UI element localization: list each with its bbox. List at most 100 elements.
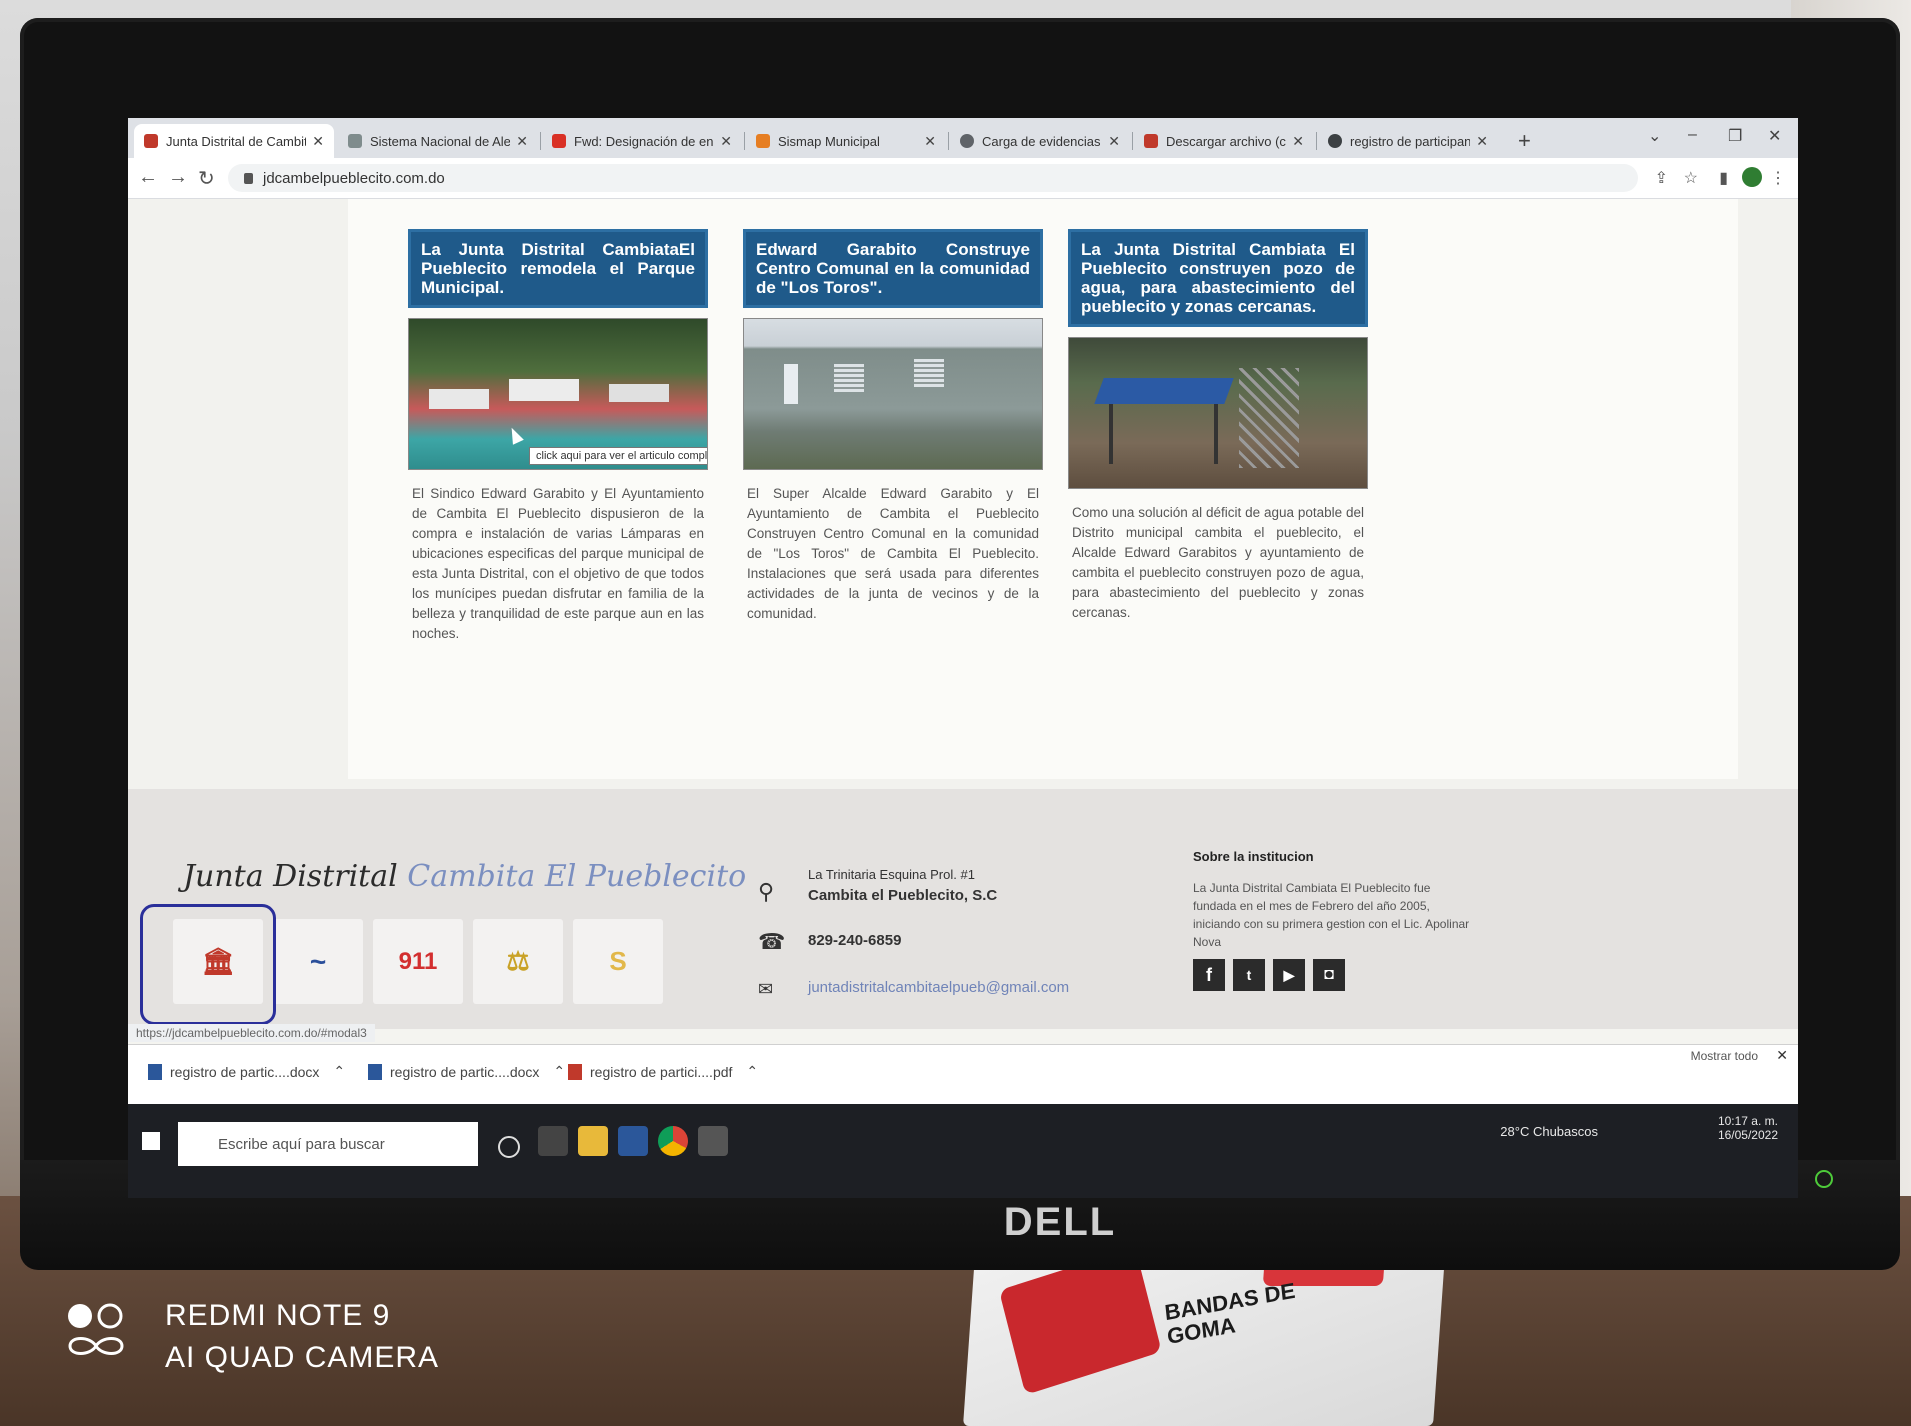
status-bar-url: https://jdcambelpueblecito.com.do/#modal… — [128, 1024, 375, 1042]
tab-junta-distrital[interactable]: Junta Distrital de Cambita ✕ — [134, 124, 334, 158]
word-icon[interactable] — [618, 1126, 648, 1156]
close-icon[interactable]: ✕ — [1776, 1047, 1788, 1064]
article-title[interactable]: La Junta Distrital CambiataEl Pueblecito… — [408, 229, 708, 308]
chevron-up-icon[interactable]: ⌃ — [746, 1063, 758, 1080]
url-text: jdcambelpueblecito.com.do — [263, 169, 445, 187]
close-icon[interactable]: ✕ — [1292, 133, 1304, 150]
taskbar-search[interactable]: Escribe aquí para buscar — [178, 1122, 478, 1166]
gmail-icon — [552, 134, 566, 148]
article-text: El Sindico Edward Garabito y El Ayuntami… — [412, 486, 704, 641]
partner-logo-sismap[interactable]: S — [573, 919, 663, 1004]
address-line-2: Cambita el Pueblecito, S.C — [808, 887, 998, 904]
tab-sistema-nacional[interactable]: Sistema Nacional de Alert ✕ — [338, 124, 538, 158]
tooltip: click aqui para ver el articulo completo — [529, 447, 707, 465]
forward-icon[interactable]: → — [168, 166, 188, 189]
clock[interactable]: 10:17 a. m. 16/05/2022 — [1718, 1114, 1778, 1142]
tab-registro-participantes[interactable]: registro de participantes ✕ — [1318, 124, 1498, 158]
lock-icon — [244, 172, 253, 184]
tab-fwd-designacion[interactable]: Fwd: Designación de enla ✕ — [542, 124, 742, 158]
downloads-bar: registro de partic....docx ⌃ registro de… — [128, 1044, 1798, 1105]
favicon-icon — [348, 134, 362, 148]
twitter-icon[interactable]: t — [1233, 959, 1265, 991]
cortana-icon[interactable] — [498, 1136, 520, 1158]
download-item[interactable]: registro de partic....docx ⌃ — [368, 1063, 565, 1080]
close-window-button[interactable]: ✕ — [1768, 126, 1781, 146]
community-center-photo[interactable] — [743, 318, 1043, 470]
share-icon[interactable]: ⇪ — [1655, 168, 1668, 188]
globe-icon — [1328, 134, 1342, 148]
article-text: El Super Alcalde Edward Garabito y El Ay… — [747, 486, 1039, 621]
facebook-icon[interactable]: f — [1193, 959, 1225, 991]
screen: Junta Distrital de Cambita ✕ Sistema Nac… — [128, 118, 1798, 1198]
tab-carga-evidencias[interactable]: Carga de evidencias • Ob ✕ — [950, 124, 1130, 158]
address-bar[interactable]: jdcambelpueblecito.com.do — [228, 164, 1638, 192]
article-title[interactable]: Edward Garabito Construye Centro Comunal… — [743, 229, 1043, 308]
pdf-icon — [1144, 134, 1158, 148]
phone-number: 829-240-6859 — [808, 932, 902, 949]
close-icon[interactable]: ✕ — [1476, 133, 1488, 150]
partner-logo[interactable]: ⚖ — [473, 919, 563, 1004]
article-card[interactable]: La Junta Distrital CambiataEl Pueblecito… — [408, 229, 708, 644]
pdf-file-icon — [568, 1063, 582, 1080]
close-icon[interactable]: ✕ — [516, 133, 528, 150]
email-link[interactable]: juntadistritalcambitaelpueb@gmail.com — [808, 979, 1069, 996]
article-card[interactable]: Edward Garabito Construye Centro Comunal… — [743, 229, 1043, 624]
back-icon[interactable]: ← — [138, 166, 158, 189]
close-icon[interactable]: ✕ — [1108, 133, 1120, 150]
instagram-icon[interactable]: ◘ — [1313, 959, 1345, 991]
article-text: Como una solución al déficit de agua pot… — [1072, 505, 1364, 620]
reload-icon[interactable]: ↻ — [198, 166, 215, 191]
profile-avatar[interactable] — [1742, 167, 1762, 187]
favicon-icon — [144, 134, 158, 148]
park-photo[interactable]: click aqui para ver el articulo completo — [408, 318, 708, 470]
chrome-icon[interactable] — [658, 1126, 688, 1156]
windows-start-icon[interactable] — [142, 1132, 160, 1150]
tab-descargar-archivo[interactable]: Descargar archivo (conve ✕ — [1134, 124, 1314, 158]
location-pin-icon: ⚲ — [758, 879, 775, 904]
tab-bar: Junta Distrital de Cambita ✕ Sistema Nac… — [128, 118, 1798, 158]
search-icon — [960, 134, 974, 148]
camera-watermark-logo-icon — [68, 1303, 124, 1355]
address-line-1: La Trinitaria Esquina Prol. #1 — [808, 867, 975, 882]
word-file-icon — [148, 1063, 162, 1080]
weather[interactable]: 28°C Chubascos — [1500, 1124, 1598, 1139]
browser-toolbar: ← → ↻ jdcambelpueblecito.com.do ⇪ ☆ ▮ ⋮ — [128, 158, 1798, 199]
content-column: La Junta Distrital CambiataEl Pueblecito… — [348, 199, 1738, 779]
about-heading: Sobre la institucion — [1193, 849, 1314, 864]
restore-button[interactable]: ❐ — [1728, 126, 1742, 146]
chevron-up-icon[interactable]: ⌃ — [553, 1063, 565, 1080]
water-well-photo[interactable] — [1068, 337, 1368, 489]
menu-icon[interactable]: ⋮ — [1770, 168, 1786, 188]
mouse-cursor-icon — [506, 425, 524, 445]
windows-taskbar: Escribe aquí para buscar 28°C Chubascos … — [128, 1104, 1798, 1198]
close-icon[interactable]: ✕ — [312, 133, 324, 150]
partner-logo-911[interactable]: 911 — [373, 919, 463, 1004]
pen-highlight — [140, 904, 276, 1025]
snipping-tool-icon[interactable] — [698, 1126, 728, 1156]
task-view-icon[interactable] — [538, 1126, 568, 1156]
monitor-brand: DELL — [1003, 1200, 1117, 1244]
download-item[interactable]: registro de partic....docx ⌃ — [148, 1063, 345, 1080]
chevron-up-icon[interactable]: ⌃ — [333, 1063, 345, 1080]
bookmark-star-icon[interactable]: ☆ — [1684, 168, 1698, 188]
article-card[interactable]: La Junta Distrital Cambiata El Pueblecit… — [1068, 229, 1368, 623]
box-label: BANDAS DE GOMA — [1163, 1277, 1297, 1349]
youtube-icon[interactable]: ▶ — [1273, 959, 1305, 991]
article-title[interactable]: La Junta Distrital Cambiata El Pueblecit… — [1068, 229, 1368, 327]
about-text: La Junta Distrital Cambiata El Pueblecit… — [1193, 881, 1470, 949]
footer-brand: Junta Distrital Cambita El Pueblecito — [183, 859, 747, 894]
file-explorer-icon[interactable] — [578, 1126, 608, 1156]
tab-sismap[interactable]: Sismap Municipal ✕ — [746, 124, 946, 158]
partner-logo[interactable]: ~ — [273, 919, 363, 1004]
minimize-button[interactable]: – — [1688, 126, 1697, 144]
side-panel-icon[interactable]: ▮ — [1719, 168, 1728, 188]
tab-search-icon[interactable]: ⌄ — [1648, 126, 1661, 146]
power-icon[interactable] — [1815, 1170, 1833, 1188]
show-all-downloads[interactable]: Mostrar todo — [1691, 1049, 1758, 1063]
camera-watermark: REDMI NOTE 9 AI QUAD CAMERA — [165, 1299, 440, 1374]
site-footer: Junta Distrital Cambita El Pueblecito 🏛 … — [128, 789, 1798, 1029]
close-icon[interactable]: ✕ — [924, 133, 936, 150]
close-icon[interactable]: ✕ — [720, 133, 732, 150]
download-item[interactable]: registro de partici....pdf ⌃ — [568, 1063, 758, 1080]
new-tab-button[interactable]: + — [1518, 128, 1531, 154]
